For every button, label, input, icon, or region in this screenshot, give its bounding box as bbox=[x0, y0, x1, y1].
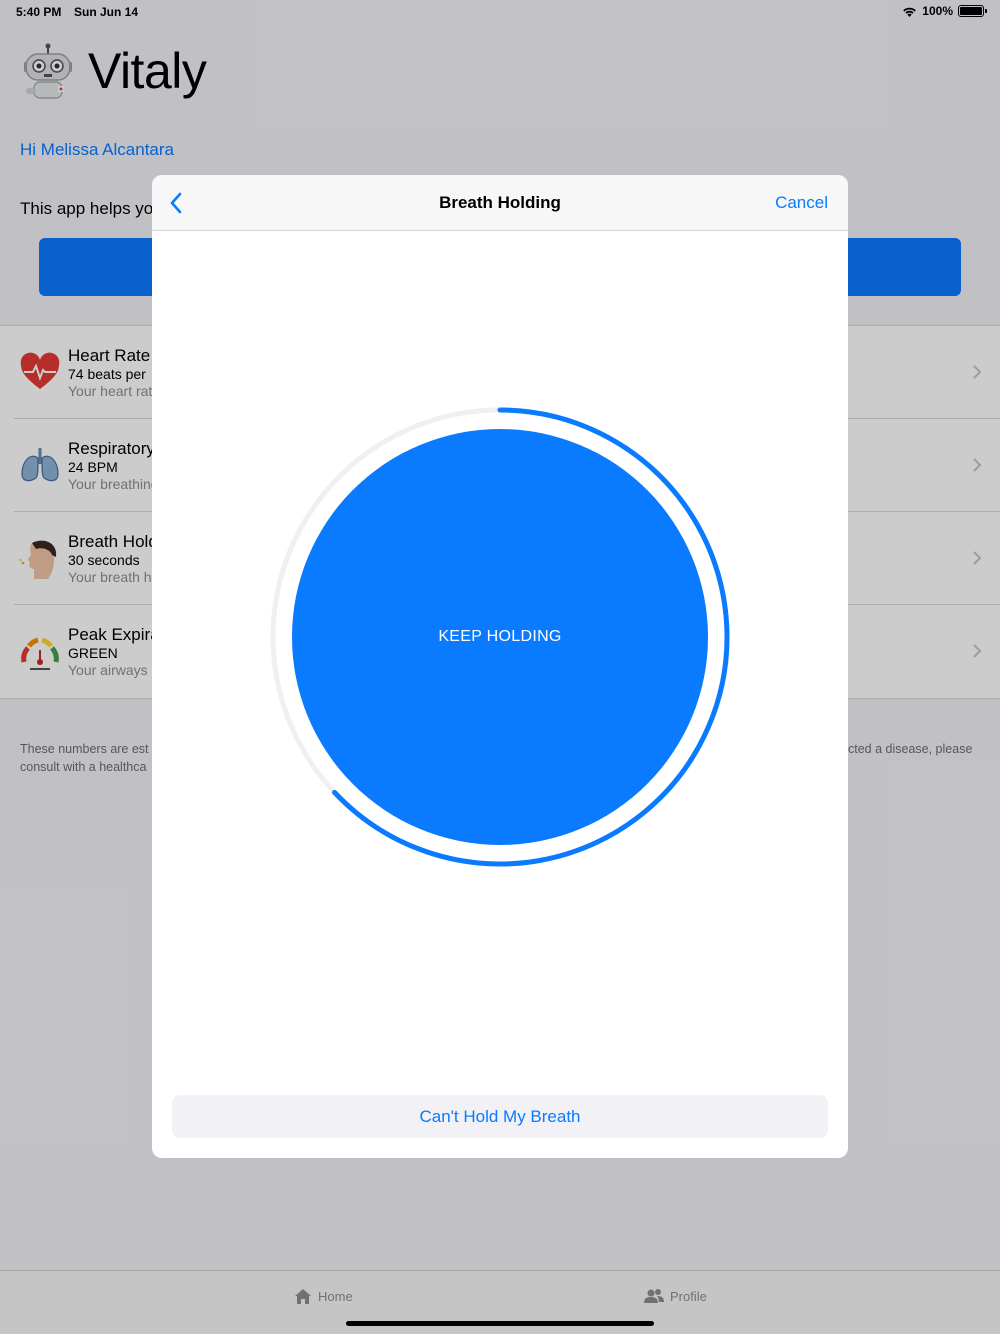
home-indicator bbox=[346, 1321, 654, 1326]
breath-holding-modal: Breath Holding Cancel KEEP HOLDING Can't… bbox=[152, 175, 848, 1158]
cancel-button[interactable]: Cancel bbox=[775, 193, 828, 213]
modal-header: Breath Holding Cancel bbox=[152, 175, 848, 231]
keep-holding-label: KEEP HOLDING bbox=[438, 628, 562, 645]
cant-hold-breath-button[interactable]: Can't Hold My Breath bbox=[172, 1095, 828, 1138]
modal-title: Breath Holding bbox=[439, 193, 561, 212]
breath-timer: KEEP HOLDING bbox=[270, 407, 730, 867]
